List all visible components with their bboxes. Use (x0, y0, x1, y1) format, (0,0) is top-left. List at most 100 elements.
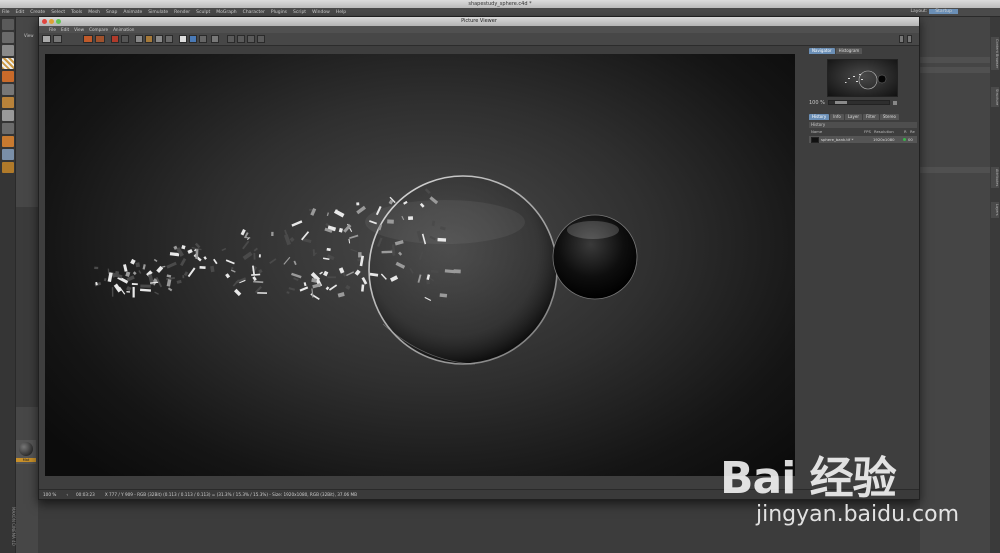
checker-icon[interactable] (1, 58, 14, 69)
glass-shard (319, 271, 323, 275)
close-icon[interactable] (42, 19, 47, 24)
menu-file[interactable]: File (2, 10, 10, 15)
compare-b-icon[interactable] (145, 35, 153, 43)
move-icon[interactable] (1, 32, 14, 43)
snap-icon[interactable] (1, 149, 14, 160)
glass-shard (153, 258, 158, 262)
menu-mesh[interactable]: Mesh (88, 10, 100, 15)
undo-icon[interactable] (1, 19, 14, 30)
save-icon[interactable] (53, 35, 62, 43)
axis-icon[interactable] (1, 123, 14, 134)
open-icon[interactable] (42, 35, 51, 43)
tab-layer[interactable]: Layer (844, 114, 862, 120)
column-resolution[interactable]: Resolution (874, 129, 904, 135)
glass-shard (181, 245, 186, 250)
column-name[interactable]: Name (809, 129, 864, 135)
glass-shard (348, 238, 351, 244)
channel-b-icon[interactable] (247, 35, 255, 43)
glass-shard (283, 256, 291, 265)
glass-shard (142, 264, 146, 270)
texture-icon[interactable] (1, 110, 14, 121)
panel-settings-icon[interactable] (899, 35, 904, 43)
channel-r-icon[interactable] (227, 35, 235, 43)
pv-menu-file[interactable]: File (49, 27, 56, 32)
menu-render[interactable]: Render (174, 10, 190, 15)
menu-script[interactable]: Script (293, 10, 306, 15)
tab-stereo[interactable]: Stereo (879, 114, 899, 120)
history-row[interactable]: sphere_bank.tif * 1920x1080 00 (809, 136, 917, 143)
swap-icon[interactable] (155, 35, 163, 43)
column-re[interactable]: Re (910, 129, 916, 135)
vtab-attributes[interactable]: Attributes (991, 167, 999, 189)
menu-help[interactable]: Help (336, 10, 346, 15)
point-icon[interactable] (1, 97, 14, 108)
menu-plugins[interactable]: Plugins (271, 10, 287, 15)
glass-shard (289, 237, 295, 243)
status-zoom-arrow-icon[interactable]: ‹ (66, 492, 68, 497)
menu-tools[interactable]: Tools (71, 10, 82, 15)
menu-create[interactable]: Create (30, 10, 45, 15)
compare-a-icon[interactable] (135, 35, 143, 43)
view-single-icon[interactable] (179, 35, 187, 43)
tab-navigator[interactable]: Navigator (809, 48, 835, 54)
cube-icon[interactable] (1, 45, 14, 56)
zoom-value[interactable]: 100 % (809, 100, 825, 106)
view-label[interactable]: View (24, 33, 38, 38)
glass-shard (333, 209, 345, 218)
clone-icon[interactable] (121, 35, 129, 43)
polygon-icon[interactable] (1, 71, 14, 82)
channel-a-icon[interactable] (257, 35, 265, 43)
tab-filter[interactable]: Filter (862, 114, 879, 120)
render-icon[interactable] (83, 35, 93, 43)
channel-g-icon[interactable] (237, 35, 245, 43)
column-fps[interactable]: FPS (864, 129, 874, 135)
zoom-window-icon[interactable] (56, 19, 61, 24)
glass-shard (345, 284, 351, 290)
render-image (94, 175, 638, 365)
fit-icon[interactable] (211, 35, 219, 43)
pv-menu-edit[interactable]: Edit (61, 27, 69, 32)
vtab-content-browser[interactable]: Content Browser (991, 37, 999, 71)
overlay-icon[interactable] (165, 35, 173, 43)
menu-edit[interactable]: Edit (16, 10, 25, 15)
viewport-left-strip: View (16, 17, 38, 553)
glass-shard (291, 220, 303, 227)
tab-histogram[interactable]: Histogram (835, 48, 863, 54)
render-region-icon[interactable] (95, 35, 105, 43)
view-grid-icon[interactable] (199, 35, 207, 43)
menu-select[interactable]: Select (51, 10, 65, 15)
menu-simulate[interactable]: Simulate (148, 10, 168, 15)
panel-expand-icon[interactable] (907, 35, 912, 43)
status-zoom[interactable]: 100 % (43, 492, 56, 497)
vtab-structure[interactable]: Structure (991, 87, 999, 108)
stop-icon[interactable] (111, 35, 119, 43)
vtab-layers[interactable]: Layers (991, 202, 999, 218)
minimize-icon[interactable] (49, 19, 54, 24)
tab-info[interactable]: Info (830, 114, 844, 120)
glass-shard (126, 291, 131, 293)
navigator-thumbnail[interactable] (827, 59, 898, 97)
workplane-icon[interactable] (1, 162, 14, 173)
view-split-icon[interactable] (189, 35, 197, 43)
menu-character[interactable]: Character (243, 10, 265, 15)
menu-snap[interactable]: Snap (106, 10, 117, 15)
baidu-watermark: Bai 经验 jingyan.baidu.com (720, 442, 970, 542)
tweak-icon[interactable] (1, 136, 14, 147)
menu-sculpt[interactable]: Sculpt (196, 10, 210, 15)
edge-icon[interactable] (1, 84, 14, 95)
pv-menu-compare[interactable]: Compare (89, 27, 108, 32)
menu-mograph[interactable]: MoGraph (216, 10, 236, 15)
render-canvas[interactable] (45, 54, 795, 476)
pv-menu-view[interactable]: View (74, 27, 84, 32)
zoom-lock-icon[interactable] (892, 100, 897, 105)
menu-window[interactable]: Window (312, 10, 330, 15)
tab-history[interactable]: History (809, 114, 830, 120)
zoom-slider-handle[interactable] (834, 101, 847, 104)
zoom-slider[interactable] (827, 100, 890, 105)
glass-shard (115, 270, 120, 275)
layout-dropdown[interactable]: Startup (929, 9, 958, 14)
glass-shard (346, 271, 355, 277)
pv-menu-animation[interactable]: Animation (113, 27, 134, 32)
menu-animate[interactable]: Animate (123, 10, 142, 15)
material-swatch[interactable]: Mat (16, 440, 36, 464)
